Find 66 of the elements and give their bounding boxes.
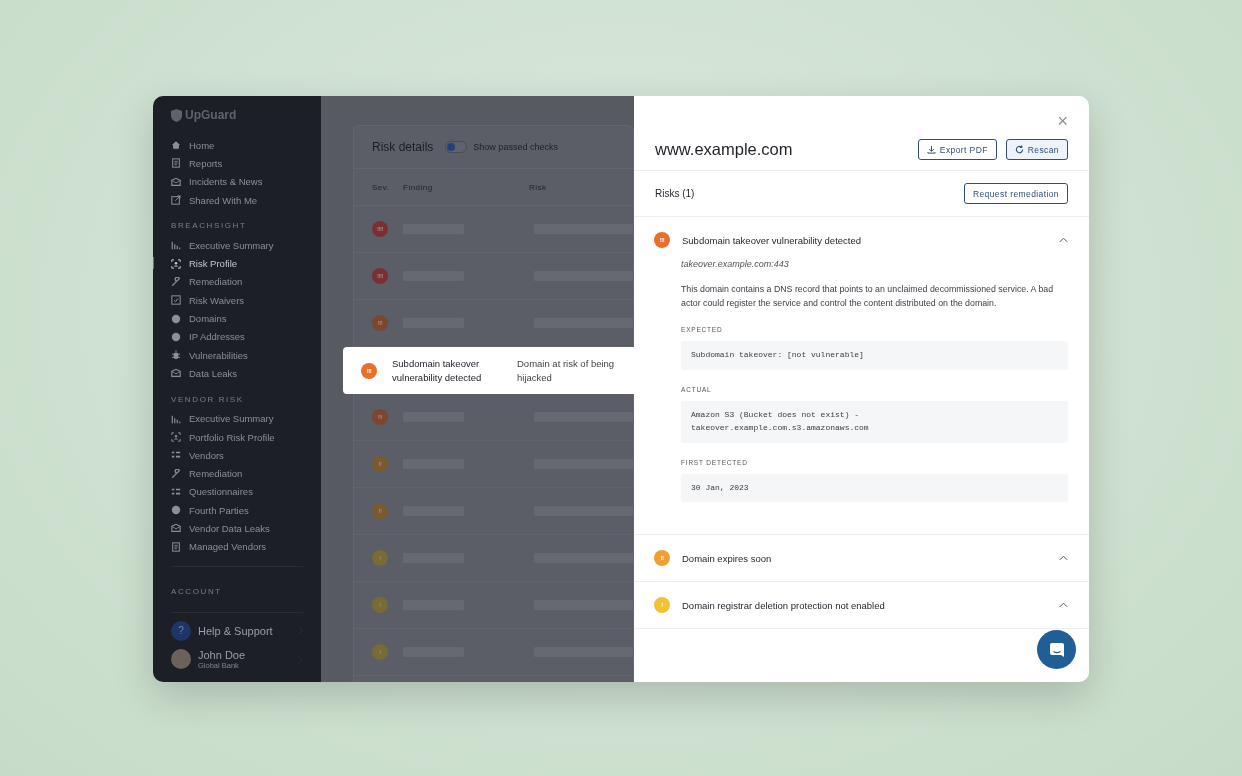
sidebar-item[interactable]: Questionnaires (171, 482, 303, 502)
section-heading: Risks (1) (655, 188, 695, 199)
chevron-up-icon (1059, 602, 1068, 609)
profile-frame-icon (171, 258, 181, 269)
sidebar-item[interactable]: Vendor Data Leaks (171, 519, 303, 538)
sidebar-item[interactable]: Fourth Parties (171, 501, 303, 520)
profile-frame-icon (171, 432, 181, 442)
sidebar-item[interactable]: Vendors (171, 446, 303, 465)
wrench-icon (171, 468, 181, 479)
sidebar-item[interactable]: Data Leaks (171, 364, 303, 383)
sidebar-item[interactable]: Incidents & News (171, 172, 303, 191)
sidebar-item[interactable]: Remediation (171, 464, 303, 483)
code-block: Amazon S3 (Bucket does not exist) - takeover.example.com.s3.amazonaws.com (681, 401, 1068, 443)
sidebar-item[interactable]: Executive Summary (171, 236, 303, 255)
code-block: 30 Jan, 2023 (681, 473, 1068, 503)
user-name: John Doe (198, 648, 246, 661)
chevron-up-icon (1059, 555, 1068, 562)
chat-button[interactable] (1037, 630, 1076, 669)
description-text: This domain contains a DNS record that points to an unclaimed decommissioned service. A bad actor could register the service and control the content distributed on the domain. (681, 283, 1055, 310)
list-icon (171, 450, 181, 461)
bar-chart-icon (171, 413, 181, 424)
sidebar-item[interactable]: Vulnerabilities (171, 345, 303, 365)
sidebar-item[interactable]: Executive Summary (171, 409, 303, 428)
shield-icon (171, 108, 182, 122)
checkbox-icon (171, 295, 181, 306)
help-link[interactable]: ? Help & Support (171, 620, 303, 641)
code-block: Subdomain takeover: [not vulnerable] (681, 341, 1068, 371)
sidebar-item[interactable]: Remediation (171, 272, 303, 292)
toggle-switch[interactable] (445, 141, 468, 153)
chevron-up-icon (1059, 237, 1068, 243)
wrench-icon (171, 276, 181, 287)
close-button[interactable]: × (1057, 112, 1068, 130)
section-heading: BREACHSIGHT (171, 221, 248, 231)
finding-text: Subdomain takeover vulnerability detected (392, 356, 483, 385)
house-icon (171, 140, 181, 151)
sidebar-item[interactable]: Domains (171, 309, 303, 328)
envelope-icon (171, 176, 181, 187)
list-icon (171, 486, 181, 497)
domain-title: www.example.com (655, 140, 794, 159)
rescan-button[interactable]: Rescan (1005, 139, 1068, 160)
section-heading: ACCOUNT (171, 586, 223, 596)
bug-icon (171, 350, 181, 361)
bar-chart-icon (171, 240, 181, 251)
sidebar-item[interactable]: Risk Waivers (171, 291, 303, 310)
document-icon (171, 541, 181, 552)
sidebar-item[interactable]: Reports (171, 154, 303, 173)
envelope-icon (171, 368, 181, 379)
share-icon (171, 195, 181, 206)
risk-text: Domain at risk of being hijacked (517, 356, 616, 385)
sidebar-item[interactable]: Managed Vendors (171, 537, 303, 556)
envelope-icon (171, 523, 181, 534)
host-text: takeover.example.com:443 (681, 259, 790, 269)
sidebar-item[interactable]: Home (171, 136, 303, 155)
export-pdf-button[interactable]: Export PDF (917, 139, 997, 160)
refresh-icon (1014, 145, 1024, 154)
sidebar-item[interactable]: Shared With Me (171, 190, 303, 210)
avatar (171, 649, 191, 670)
chat-icon (1048, 641, 1065, 658)
sidebar-item[interactable]: Portfolio Risk Profile (171, 427, 303, 447)
card-title: Risk details (372, 140, 434, 154)
section-heading: VENDOR RISK (171, 394, 245, 404)
document-icon (171, 158, 181, 169)
request-remediation-button[interactable]: Request remediation (963, 183, 1068, 204)
logo-text: UpGuard (185, 108, 237, 122)
sidebar-item[interactable]: IP Addresses (171, 327, 303, 346)
download-icon (926, 145, 936, 154)
